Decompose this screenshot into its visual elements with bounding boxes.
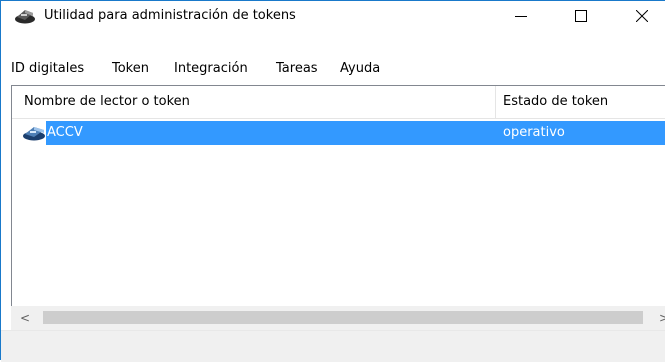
- close-icon: [636, 10, 648, 22]
- title-bar[interactable]: Utilidad para administración de tokens: [1, 1, 665, 31]
- token-reader-icon: [23, 127, 45, 141]
- status-bar: [1, 330, 665, 362]
- row-token-name: ACCV: [47, 125, 83, 140]
- chevron-right-icon: >: [658, 311, 665, 325]
- maximize-icon: [575, 10, 587, 22]
- close-button[interactable]: [619, 1, 665, 31]
- table-row[interactable]: ACCV operativo: [46, 121, 665, 145]
- horizontal-scrollbar[interactable]: < >: [11, 306, 665, 330]
- maximize-button[interactable]: [558, 1, 604, 31]
- row-token-status: operativo: [503, 125, 565, 140]
- list-header: Nombre de lector o token Estado de token: [12, 86, 665, 119]
- menu-bar: ID digitales Token Integración Tareas Ay…: [1, 58, 665, 80]
- column-header-status[interactable]: Estado de token: [503, 86, 608, 118]
- menu-id-digitales[interactable]: ID digitales: [9, 58, 86, 80]
- menu-tareas[interactable]: Tareas: [274, 58, 320, 80]
- minimize-icon: [515, 16, 527, 17]
- app-window: Utilidad para administración de tokens I…: [0, 0, 665, 362]
- menu-integracion[interactable]: Integración: [172, 58, 250, 80]
- scroll-left-button[interactable]: <: [13, 306, 37, 330]
- token-list[interactable]: Nombre de lector o token Estado de token…: [11, 85, 665, 330]
- column-header-name[interactable]: Nombre de lector o token: [24, 86, 190, 118]
- menu-ayuda[interactable]: Ayuda: [338, 58, 382, 80]
- printer-token-icon: [15, 10, 35, 24]
- chevron-left-icon: <: [19, 311, 31, 325]
- scroll-right-button[interactable]: >: [652, 306, 665, 330]
- scroll-thumb[interactable]: [43, 311, 643, 324]
- menu-token[interactable]: Token: [110, 58, 151, 80]
- window-title: Utilidad para administración de tokens: [44, 8, 296, 23]
- column-divider[interactable]: [495, 86, 496, 118]
- minimize-button[interactable]: [498, 1, 544, 31]
